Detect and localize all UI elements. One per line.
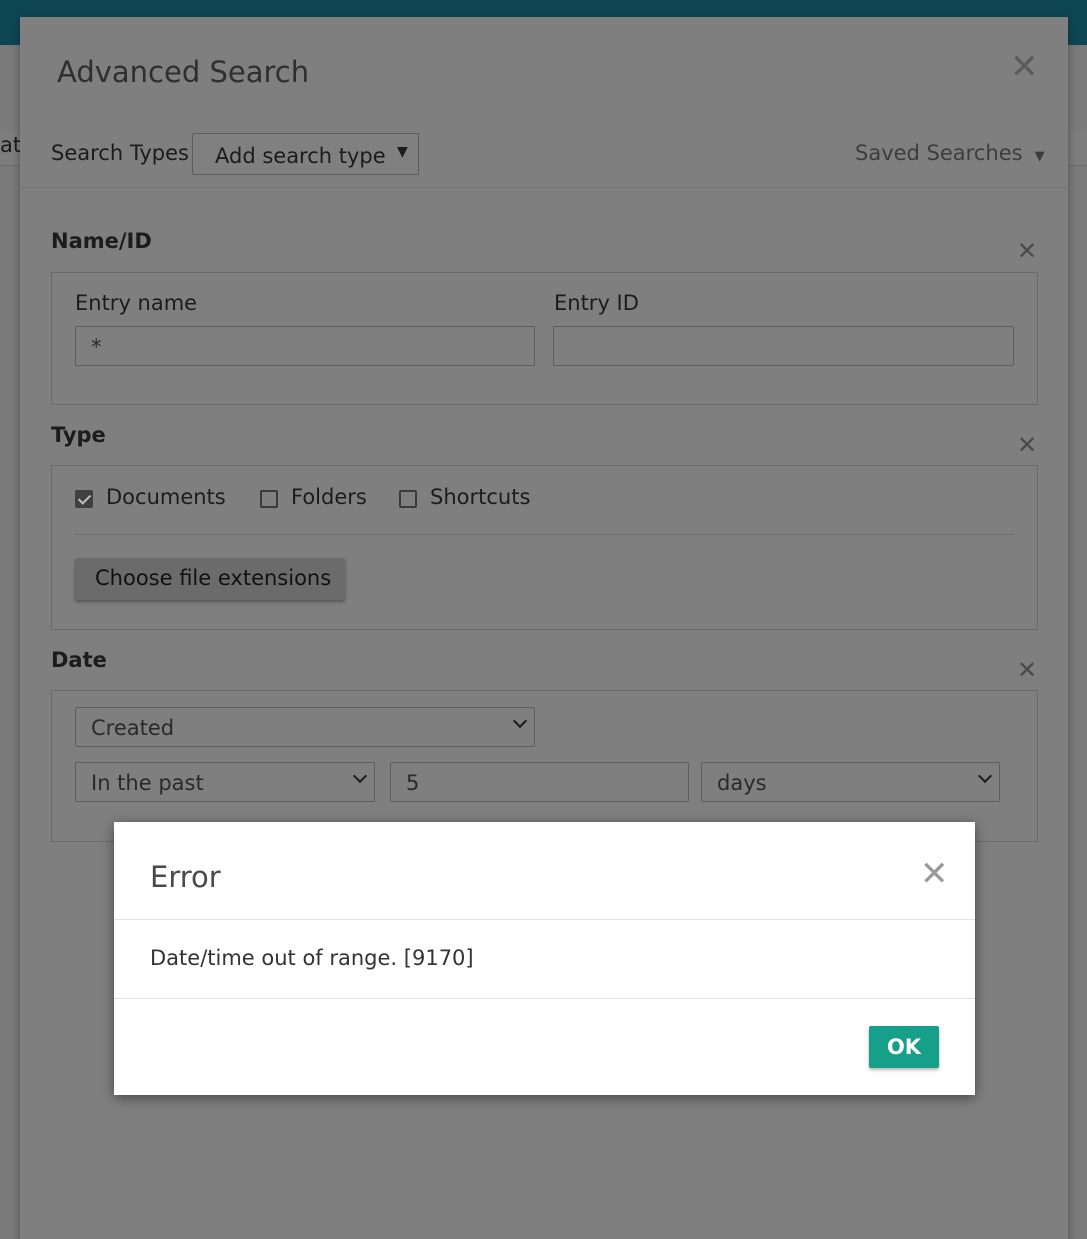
choose-file-extensions-label: Choose file extensions: [95, 566, 332, 590]
date-panel: Created In the past 5 days: [51, 690, 1038, 842]
search-types-toolbar: Search Types Add search type ▼ Saved Sea…: [20, 117, 1068, 188]
date-unit-value: days: [717, 771, 767, 795]
add-search-type-dropdown[interactable]: Add search type ▼: [192, 133, 419, 175]
section-title-date: Date: [51, 648, 107, 672]
entry-name-label: Entry name: [75, 291, 198, 315]
chevron-down-icon: [977, 768, 993, 784]
search-types-label: Search Types: [51, 141, 189, 165]
error-message: Date/time out of range. [9170]: [150, 946, 474, 970]
date-field-select[interactable]: Created: [75, 707, 535, 747]
date-amount-value: 5: [406, 771, 420, 795]
documents-label: Documents: [106, 485, 226, 509]
date-unit-select[interactable]: days: [701, 762, 1000, 802]
date-amount-input[interactable]: 5: [390, 762, 689, 802]
shortcuts-checkbox[interactable]: [399, 490, 417, 508]
entry-id-input[interactable]: [553, 326, 1014, 366]
error-dialog: Error ✕ Date/time out of range. [9170] O…: [114, 822, 975, 1095]
add-search-type-label: Add search type: [215, 144, 386, 168]
entry-name-input[interactable]: *: [75, 326, 535, 366]
folders-label: Folders: [291, 485, 367, 509]
close-icon[interactable]: ✕: [1010, 50, 1039, 84]
chevron-down-icon: [512, 713, 528, 729]
ok-button-label: OK: [886, 1035, 922, 1059]
section-title-name-id: Name/ID: [51, 229, 152, 253]
error-title: Error: [150, 860, 221, 894]
saved-searches-label: Saved Searches: [855, 141, 1023, 165]
divider: [114, 998, 975, 999]
close-icon[interactable]: ✕: [920, 857, 949, 891]
entry-id-label: Entry ID: [554, 291, 639, 315]
type-panel: Documents Folders Shortcuts Choose file …: [51, 465, 1038, 630]
remove-section-icon[interactable]: ✕: [1017, 658, 1037, 682]
shortcuts-label: Shortcuts: [430, 485, 531, 509]
documents-checkbox[interactable]: [75, 490, 93, 508]
folders-checkbox[interactable]: [260, 490, 278, 508]
remove-section-icon[interactable]: ✕: [1017, 433, 1037, 457]
date-field-value: Created: [91, 716, 175, 740]
divider: [114, 919, 975, 920]
saved-searches-menu[interactable]: Saved Searches ▼: [855, 141, 1045, 165]
section-title-type: Type: [51, 423, 106, 447]
background-text-fragment: at: [0, 133, 22, 157]
remove-section-icon[interactable]: ✕: [1017, 239, 1037, 263]
date-range-value: In the past: [91, 771, 204, 795]
date-range-select[interactable]: In the past: [75, 762, 375, 802]
name-id-panel: Entry name * Entry ID: [51, 272, 1038, 405]
caret-down-icon: ▼: [1034, 149, 1045, 164]
entry-name-value: *: [91, 335, 102, 359]
ok-button[interactable]: OK: [869, 1026, 939, 1068]
dialog-title: Advanced Search: [57, 55, 310, 89]
choose-file-extensions-button[interactable]: Choose file extensions: [75, 558, 345, 600]
chevron-down-icon: [352, 768, 368, 784]
caret-down-icon: ▼: [397, 144, 408, 160]
divider: [75, 534, 1014, 535]
